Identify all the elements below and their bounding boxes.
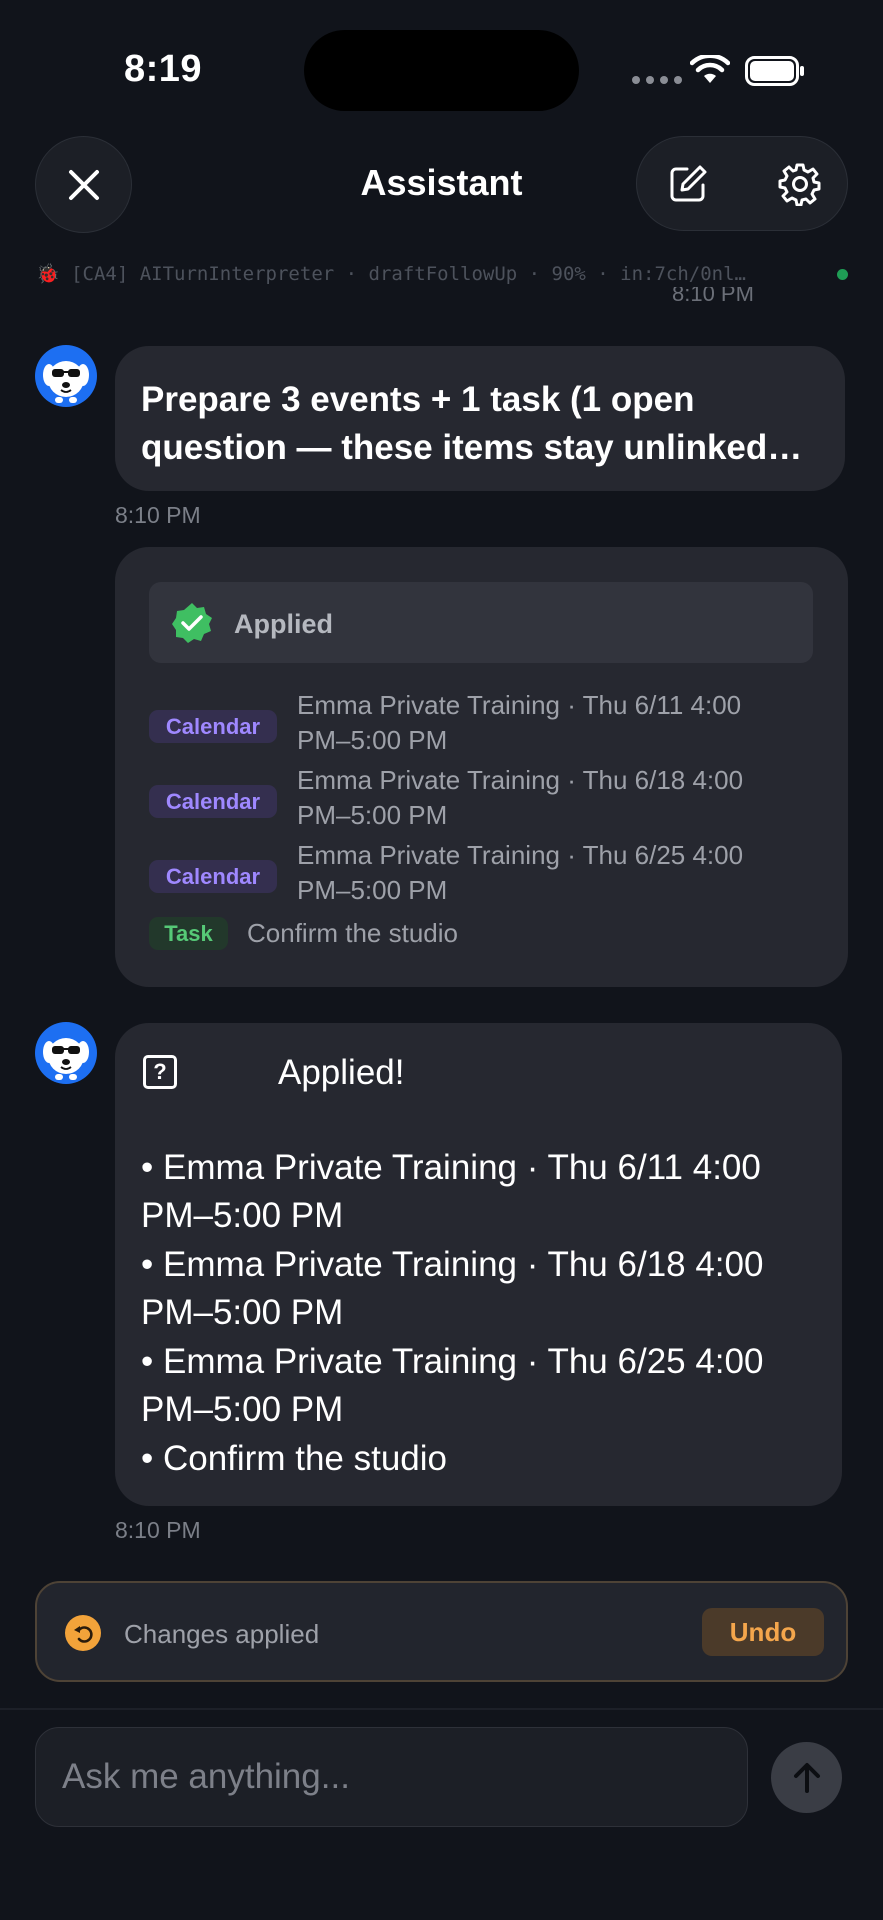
previous-timestamp: 8:10 PM [672, 287, 754, 305]
reply-title: Applied! [278, 1053, 405, 1092]
arrow-up-icon [793, 1762, 820, 1793]
cellular-signal-icon [632, 76, 682, 84]
assistant-reply-bubble: ? Applied! • Emma Private Training · Thu… [115, 1023, 842, 1506]
undo-bar-label: Changes applied [124, 1619, 320, 1649]
applied-summary-card: Applied Calendar Emma Private Training ·… [115, 547, 848, 987]
undo-arrow-icon [65, 1615, 101, 1651]
assistant-avatar [35, 345, 97, 407]
compose-icon [670, 165, 707, 202]
calendar-badge: Calendar [149, 710, 277, 743]
item-text-line: Confirm the studio [247, 918, 458, 948]
question-icon: ? [143, 1055, 177, 1089]
reply-line: • Emma Private Training · Thu 6/18 4:00 [141, 1245, 764, 1284]
user-message-bubble: Prepare 3 events + 1 task (1 open questi… [115, 346, 845, 491]
message-timestamp: 8:10 PM [115, 502, 201, 528]
status-indicator-dot [837, 269, 848, 280]
calendar-badge: Calendar [149, 860, 277, 893]
calendar-badge: Calendar [149, 785, 277, 818]
reply-line: • Emma Private Training · Thu 6/25 4:00 [141, 1342, 764, 1381]
task-badge: Task [149, 917, 228, 950]
item-text-line: Emma Private Training · Thu 6/25 4:00 [297, 840, 744, 870]
reply-line: • Emma Private Training · Thu 6/11 4:00 [141, 1148, 761, 1187]
dynamic-island [304, 30, 579, 111]
status-time: 8:19 [124, 48, 203, 90]
composer-field[interactable] [35, 1727, 748, 1827]
item-text-line: Emma Private Training · Thu 6/11 4:00 [297, 690, 742, 720]
wifi-icon [690, 55, 730, 83]
debug-status-text: 🐞 [CA4] AITurnInterpreter · draftFollowU… [36, 263, 746, 285]
battery-icon [745, 56, 804, 86]
undo-bar: Changes applied Undo [35, 1581, 848, 1682]
applied-status-banner: Applied [149, 582, 813, 663]
send-button[interactable] [771, 1742, 842, 1813]
undo-button[interactable]: Undo [702, 1608, 824, 1656]
applied-status-label: Applied [234, 609, 333, 639]
reply-line: PM–5:00 PM [141, 1196, 344, 1235]
composer-divider [0, 1708, 883, 1710]
settings-button[interactable] [773, 157, 827, 211]
reply-line: PM–5:00 PM [141, 1293, 344, 1332]
reply-line: • Confirm the studio [141, 1439, 447, 1478]
message-timestamp: 8:10 PM [115, 1517, 201, 1543]
item-text-line: PM–5:00 PM [297, 875, 448, 905]
item-text-line: PM–5:00 PM [297, 800, 448, 830]
assistant-avatar [35, 1022, 97, 1084]
message-text: Prepare 3 events + 1 task (1 open questi… [141, 380, 803, 467]
message-input[interactable] [62, 1728, 722, 1825]
reply-line: PM–5:00 PM [141, 1390, 344, 1429]
compose-button[interactable] [663, 159, 713, 209]
header-actions [636, 136, 848, 231]
gear-icon [778, 163, 821, 206]
item-text-line: PM–5:00 PM [297, 725, 448, 755]
check-badge-icon [172, 603, 212, 643]
item-text-line: Emma Private Training · Thu 6/18 4:00 [297, 765, 744, 795]
